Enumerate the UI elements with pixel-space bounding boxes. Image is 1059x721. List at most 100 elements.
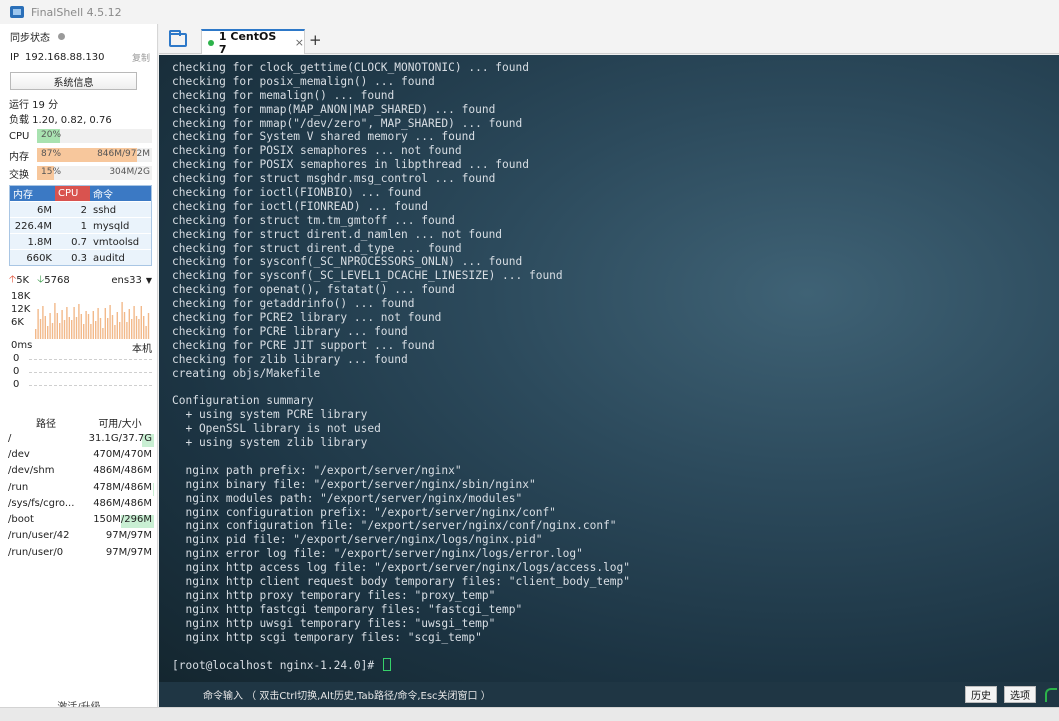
disk-available-text: 150M/296M — [93, 514, 152, 526]
terminal-prompt-line: [root@localhost nginx-1.24.0]# — [172, 658, 630, 672]
disk-row[interactable]: /run/user/42 97M/97M — [6, 528, 154, 544]
network-activity-bar — [128, 309, 130, 339]
upload-rate: 5K — [16, 274, 30, 286]
process-command: auditd — [93, 252, 125, 264]
network-y-tick: 12K — [11, 304, 31, 315]
close-tab-icon[interactable]: × — [295, 36, 304, 49]
process-cpu: 0.7 — [71, 236, 87, 248]
sort-by-memory-header[interactable]: 内存 — [10, 186, 55, 201]
disk-path: /run/user/0 — [8, 546, 64, 558]
terminal-line: nginx http scgi temporary files: "scgi_t… — [172, 630, 482, 644]
interface-select[interactable]: ens33 — [111, 275, 141, 286]
network-activity-bar — [73, 307, 75, 339]
command-input-bar[interactable]: 命令输入 （ 双击Ctrl切换,Alt历史,Tab路径/命令,Esc关闭窗口 ）… — [159, 682, 1059, 707]
download-arrow-icon: 🡣 — [37, 273, 45, 285]
upload-arrow-icon: 🡡 — [9, 273, 17, 285]
process-row[interactable]: 660K 0.3 auditd — [10, 249, 151, 265]
network-activity-bar — [49, 313, 51, 339]
disk-row[interactable]: /run/user/0 97M/97M — [6, 544, 154, 560]
app-logo-icon — [10, 6, 24, 18]
disk-path: /run — [8, 481, 29, 493]
network-activity-bar — [119, 322, 121, 339]
sync-status-label: 同步状态 — [10, 33, 50, 44]
disk-row[interactable]: / 31.1G/37.7G — [6, 430, 154, 447]
memory-meter-row: 内存 87% 846M/972M — [9, 147, 152, 163]
sync-status-row: 同步状态 — [0, 29, 158, 44]
terminal-output[interactable]: checking for clock_gettime(CLOCK_MONOTON… — [159, 55, 1059, 682]
network-activity-bar — [102, 328, 104, 339]
process-row[interactable]: 1.8M 0.7 vmtoolsd — [10, 233, 151, 249]
terminal-text: checking for clock_gettime(CLOCK_MONOTON… — [172, 61, 630, 672]
tab-centos-7[interactable]: 1 CentOS 7 × — [201, 29, 305, 56]
network-activity-bar — [85, 311, 87, 339]
network-activity-bar — [123, 312, 126, 339]
latency-gridline — [29, 372, 152, 373]
terminal-line: nginx http uwsgi temporary files: "uwsgi… — [172, 616, 496, 630]
session-tab-bar: 1 CentOS 7 × + — [159, 24, 1059, 56]
terminal-line: checking for struct dirent.d_type ... fo… — [172, 241, 462, 255]
disk-available-text: 31.1G/37.7G — [88, 432, 152, 444]
copy-ip-link[interactable]: 复制 — [132, 51, 150, 64]
process-memory: 660K — [26, 252, 52, 264]
network-activity-bar — [47, 326, 49, 339]
network-activity-bar — [44, 316, 46, 339]
disk-available-text: 486M/486M — [93, 465, 152, 477]
terminal-line: nginx error log file: "/export/server/ng… — [172, 547, 583, 561]
command-input-hint[interactable]: 命令输入 （ 双击Ctrl切换,Alt历史,Tab路径/命令,Esc关闭窗口 ） — [203, 687, 491, 702]
ip-label: IP — [10, 52, 19, 63]
network-activity-bar — [75, 317, 78, 339]
process-cpu: 0.3 — [71, 252, 87, 264]
disk-table-header: 路径 可用/大小 — [6, 414, 154, 430]
history-button[interactable]: 历史 — [965, 686, 997, 703]
terminal-line: + OpenSSL library is not used — [172, 422, 381, 436]
disk-path-header[interactable]: 路径 — [6, 415, 86, 430]
terminal-line: checking for struct dirent.d_namlen ... … — [172, 227, 503, 241]
network-activity-bar — [54, 303, 56, 339]
latency-unit: 0ms — [11, 340, 33, 351]
load-text: 负载 1.20, 0.82, 0.76 — [9, 115, 112, 126]
ip-value: 192.168.88.130 — [24, 52, 105, 63]
network-activity-bar — [99, 318, 102, 339]
network-y-tick: 6K — [11, 317, 24, 328]
chevron-down-icon[interactable]: ▼ — [146, 276, 152, 285]
disk-path: / — [8, 432, 12, 444]
uptime-text: 运行 19 分 — [9, 100, 59, 111]
terminal-line: checking for memalign() ... found — [172, 88, 395, 102]
disk-row[interactable]: /run 478M/486M — [6, 479, 154, 496]
add-tab-button[interactable]: + — [309, 31, 322, 49]
disk-row[interactable]: /sys/fs/cgro... 486M/486M — [6, 495, 154, 511]
system-info-button[interactable]: 系统信息 — [10, 72, 137, 90]
network-activity-bar — [147, 313, 150, 339]
sort-by-cpu-header[interactable]: CPU — [55, 186, 90, 201]
process-row[interactable]: 226.4M 1 mysqld — [10, 217, 151, 233]
open-folder-icon[interactable] — [169, 30, 187, 47]
command-panel-icon[interactable] — [1045, 688, 1057, 702]
disk-usage-bar — [153, 482, 154, 496]
load-row: 负载 1.20, 0.82, 0.76 — [0, 111, 158, 126]
terminal-line: checking for posix_memalign() ... found — [172, 74, 435, 88]
terminal-line: checking for PCRE JIT support ... found — [172, 338, 435, 352]
terminal-line: nginx path prefix: "/export/server/nginx… — [172, 463, 462, 477]
disk-row[interactable]: /dev 470M/470M — [6, 446, 154, 462]
network-activity-bar — [56, 313, 58, 339]
command-header[interactable]: 命令 — [90, 186, 151, 201]
disk-row[interactable]: /boot 150M/296M — [6, 511, 154, 529]
network-activity-bar — [97, 308, 99, 339]
process-memory: 6M — [37, 204, 52, 216]
network-activity-bar — [121, 302, 123, 339]
process-memory: 226.4M — [14, 220, 52, 232]
options-button[interactable]: 选项 — [1004, 686, 1036, 703]
process-command: mysqld — [93, 220, 130, 232]
disk-row[interactable]: /dev/shm 486M/486M — [6, 463, 154, 479]
terminal-line: checking for System V shared memory ... … — [172, 130, 476, 144]
terminal-line: nginx configuration prefix: "/export/ser… — [172, 505, 556, 519]
network-activity-bar — [109, 305, 111, 339]
cpu-label: CPU — [9, 130, 30, 142]
process-cpu: 1 — [80, 220, 87, 232]
terminal-line: checking for struct tm.tm_gmtoff ... fou… — [172, 213, 455, 227]
disk-available-header[interactable]: 可用/大小 — [86, 415, 154, 430]
process-row[interactable]: 6M 2 sshd — [10, 201, 151, 217]
network-activity-bar — [68, 317, 70, 339]
